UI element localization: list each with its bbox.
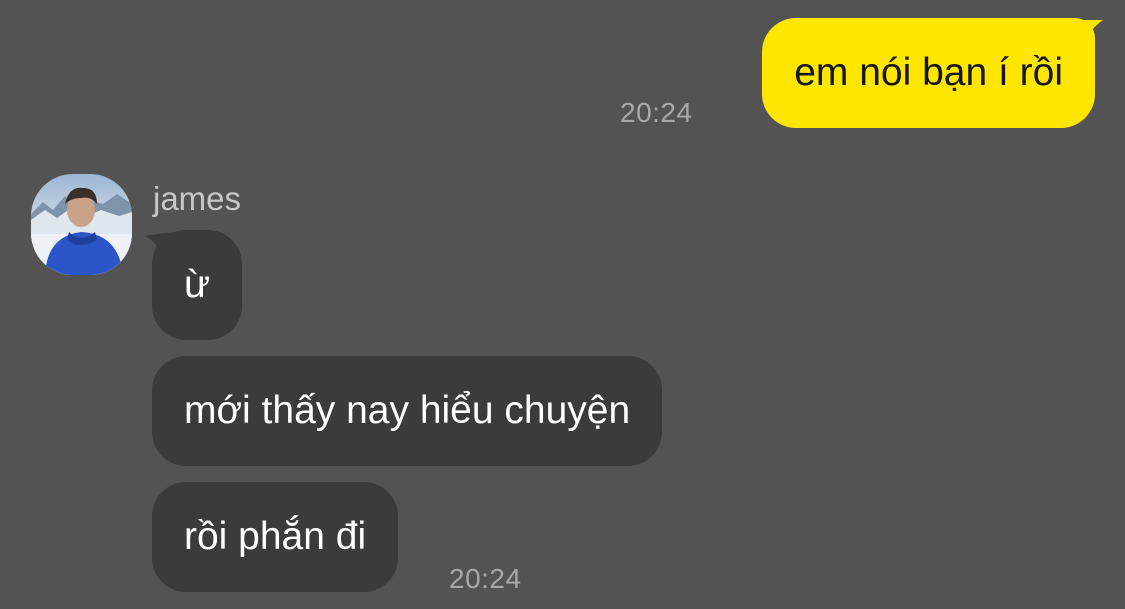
incoming-message-bubble[interactable]: rồi phắn đi xyxy=(152,482,399,592)
incoming-message-text: ừ xyxy=(184,263,211,306)
incoming-message-time: 20:24 xyxy=(449,563,522,594)
sender-name: james xyxy=(153,180,242,217)
user-photo-avatar-icon xyxy=(31,174,132,275)
incoming-message-bubble[interactable]: mới thấy nay hiểu chuyện xyxy=(152,356,663,466)
outgoing-message-time: 20:24 xyxy=(620,97,693,128)
sender-avatar[interactable] xyxy=(31,174,132,275)
incoming-message-text: mới thấy nay hiểu chuyện xyxy=(184,389,631,432)
incoming-message-bubble[interactable]: ừ xyxy=(152,230,243,340)
outgoing-message-text: em nói bạn í rồi xyxy=(794,51,1063,94)
incoming-message-text: rồi phắn đi xyxy=(184,515,367,558)
chat-thread: em nói bạn í rồi 20:24 james ừ mới thấy … xyxy=(0,0,1125,609)
outgoing-message-bubble[interactable]: em nói bạn í rồi xyxy=(762,18,1095,128)
